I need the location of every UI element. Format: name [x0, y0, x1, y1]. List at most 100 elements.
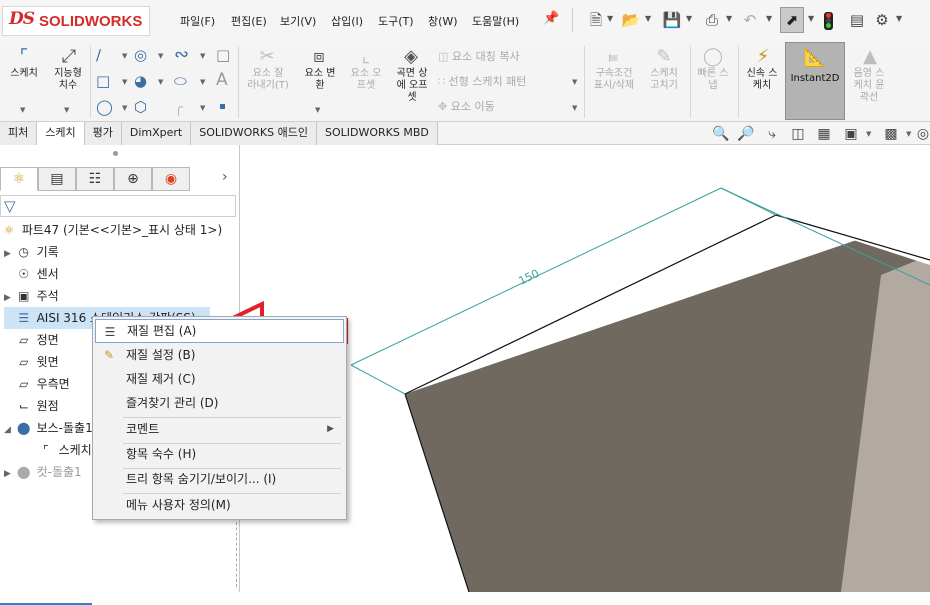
trim-entities-button[interactable]: 요소 잘 라내기(T): [244, 68, 292, 92]
offset-entities-button[interactable]: 요소 오 프셋: [344, 68, 388, 92]
chevron-down-icon[interactable]: ▼: [158, 52, 163, 60]
chevron-down-icon[interactable]: ▼: [315, 106, 320, 114]
shaded-sketch-contours-button[interactable]: 음영 스 케치 윤 곽선: [846, 68, 892, 104]
menu-item-remove-material[interactable]: 재질 제거 (C): [95, 367, 344, 391]
slot-icon[interactable]: ◯: [96, 98, 113, 116]
point-icon[interactable]: [220, 104, 225, 109]
rectangle-icon[interactable]: □: [96, 72, 110, 90]
sketch-button[interactable]: 스케치: [3, 68, 45, 80]
mirror-entities-button[interactable]: ◫ 요소 대칭 복사: [438, 48, 520, 64]
options-gear-icon[interactable]: ⚙: [870, 8, 894, 32]
menu-item-comment[interactable]: 코멘트 ▶: [95, 417, 344, 441]
hide-show-items-icon[interactable]: ◎: [914, 125, 930, 143]
chevron-right-icon[interactable]: ›: [222, 169, 228, 185]
tree-item-boss-extrude[interactable]: ◢ ⬤ 보스-돌출1: [4, 417, 93, 439]
rebuild-traffic-light-icon[interactable]: [824, 12, 833, 30]
chevron-down-icon[interactable]: ▼: [122, 78, 127, 86]
display-delete-relations-icon[interactable]: ⫢: [600, 46, 626, 67]
menu-item-manage-favorites[interactable]: 즐겨찾기 관리 (D): [95, 391, 344, 415]
select-pointer-icon[interactable]: ⬈: [780, 7, 804, 33]
chevron-down-icon[interactable]: ▼: [572, 104, 577, 112]
linear-sketch-pattern-button[interactable]: ∷ 선형 스케치 패턴: [438, 73, 526, 89]
tree-item-origin[interactable]: ▶ ⌙ 원점: [4, 395, 59, 417]
trim-entities-icon[interactable]: ✂: [254, 46, 280, 67]
rapid-sketch-icon[interactable]: ⚡: [750, 46, 776, 67]
file-properties-icon[interactable]: ▤: [845, 8, 869, 32]
section-view-icon[interactable]: ◫: [789, 125, 807, 143]
convert-entities-icon[interactable]: ⧈: [306, 46, 332, 67]
chevron-down-icon[interactable]: ▼: [866, 130, 871, 138]
tree-item-top-plane[interactable]: ▶ ▱ 윗면: [4, 351, 59, 373]
tree-item-history[interactable]: ▶ ◷ 기록: [4, 241, 59, 263]
expand-arrow-icon[interactable]: ▶: [4, 469, 11, 479]
chevron-down-icon[interactable]: ▼: [64, 106, 69, 114]
menu-item-hide-show-tree-items[interactable]: 트리 항목 숨기기/보이기... (I): [95, 467, 344, 491]
chevron-down-icon[interactable]: ▼: [906, 130, 911, 138]
spline-icon[interactable]: ∾: [174, 44, 189, 65]
chevron-down-icon[interactable]: ▼: [200, 104, 205, 112]
tree-item-annotations[interactable]: ▶ ▣ 주석: [4, 285, 59, 307]
polygon-icon[interactable]: ⬡: [134, 98, 147, 116]
arc-icon[interactable]: ◕: [134, 72, 147, 90]
chevron-down-icon[interactable]: ▼: [726, 14, 732, 23]
tree-filter-field[interactable]: ▽: [0, 195, 236, 217]
tree-item-cut-extrude[interactable]: ▶ ⬤ 컷-돌출1: [4, 461, 82, 483]
tree-root-part[interactable]: ⚛ 파트47 (기본<<기본>_표시 상태 1>): [0, 219, 223, 241]
tab-solidworks-addins[interactable]: SOLIDWORKS 애드인: [191, 122, 317, 145]
tree-item-sensors[interactable]: ▶ ☉ 센서: [4, 263, 58, 285]
menu-view[interactable]: 보기(V): [280, 13, 316, 29]
menu-window[interactable]: 창(W): [428, 13, 458, 29]
tab-sketch[interactable]: 스케치: [37, 122, 85, 145]
tab-features[interactable]: 피처: [0, 122, 38, 145]
line-icon[interactable]: ∕: [96, 46, 101, 64]
chevron-down-icon[interactable]: ▼: [572, 78, 577, 86]
smart-dimension-button[interactable]: 지능형 치수: [46, 68, 90, 92]
display-delete-relations-button[interactable]: 구속조건 표시/삭제: [588, 68, 640, 92]
rapid-sketch-button[interactable]: 신속 스 케치: [740, 68, 784, 92]
chevron-down-icon[interactable]: ▼: [122, 104, 127, 112]
pin-icon[interactable]: 📌: [543, 11, 559, 26]
menu-insert[interactable]: 삽입(I): [331, 13, 363, 29]
construction-geometry-icon[interactable]: □: [216, 46, 230, 64]
smart-dimension-icon[interactable]: ⤢: [55, 46, 83, 67]
tab-evaluate[interactable]: 평가: [84, 122, 122, 145]
solidworks-logo[interactable]: DS SOLIDWORKS: [2, 6, 150, 36]
zoom-to-fit-icon[interactable]: 🔍: [712, 125, 730, 143]
undo-icon[interactable]: ↶: [738, 8, 762, 32]
propertymanager-tab-icon[interactable]: ▤: [38, 167, 76, 191]
chevron-down-icon[interactable]: ▼: [20, 106, 25, 114]
move-entities-button[interactable]: ✥ 요소 이동: [438, 98, 495, 114]
zoom-to-area-icon[interactable]: 🔎: [737, 125, 755, 143]
view-orientation-icon[interactable]: ▣: [842, 125, 860, 143]
panel-splitter-handle[interactable]: [113, 151, 118, 156]
chevron-down-icon[interactable]: ▼: [122, 52, 127, 60]
offset-entities-icon[interactable]: ⌞: [353, 46, 379, 67]
displaymanager-tab-icon[interactable]: ◉: [152, 167, 190, 191]
chevron-down-icon[interactable]: ▼: [158, 78, 163, 86]
repair-sketch-button[interactable]: 스케치 고치기: [642, 68, 686, 92]
circle-icon[interactable]: ◎: [134, 46, 147, 64]
sketch-icon[interactable]: ⌜: [10, 46, 38, 67]
dimension-value[interactable]: 150: [517, 267, 542, 288]
configurationmanager-tab-icon[interactable]: ☷: [76, 167, 114, 191]
panel-resize-handle[interactable]: [236, 517, 240, 587]
dimxpertmanager-tab-icon[interactable]: ⊕: [114, 167, 152, 191]
repair-sketch-icon[interactable]: ✎: [651, 46, 677, 67]
instant2d-button[interactable]: 📐 Instant2D: [785, 42, 845, 120]
ellipse-icon[interactable]: ⬭: [174, 72, 187, 90]
tab-solidworks-mbd[interactable]: SOLIDWORKS MBD: [316, 122, 438, 145]
chevron-down-icon[interactable]: ▼: [808, 14, 814, 23]
featuremanager-tab-icon[interactable]: ⚛: [0, 167, 38, 191]
menu-edit[interactable]: 편집(E): [231, 13, 267, 29]
tree-item-right-plane[interactable]: ▶ ▱ 우측면: [4, 373, 70, 395]
sketch-fillet-icon[interactable]: ╭: [174, 98, 183, 116]
chevron-down-icon[interactable]: ▼: [200, 52, 205, 60]
menu-item-collapse-items[interactable]: 항목 숙수 (H): [95, 442, 344, 466]
expand-arrow-icon[interactable]: ▶: [4, 293, 11, 303]
tree-item-front-plane[interactable]: ▶ ▱ 정면: [4, 329, 59, 351]
chevron-down-icon[interactable]: ▼: [766, 14, 772, 23]
quick-snaps-icon[interactable]: ◯: [700, 46, 726, 67]
expand-arrow-icon[interactable]: ▶: [4, 249, 11, 259]
chevron-down-icon[interactable]: ▼: [896, 14, 902, 23]
menu-item-customize-menu[interactable]: 메뉴 사용자 정의(M): [95, 493, 344, 517]
